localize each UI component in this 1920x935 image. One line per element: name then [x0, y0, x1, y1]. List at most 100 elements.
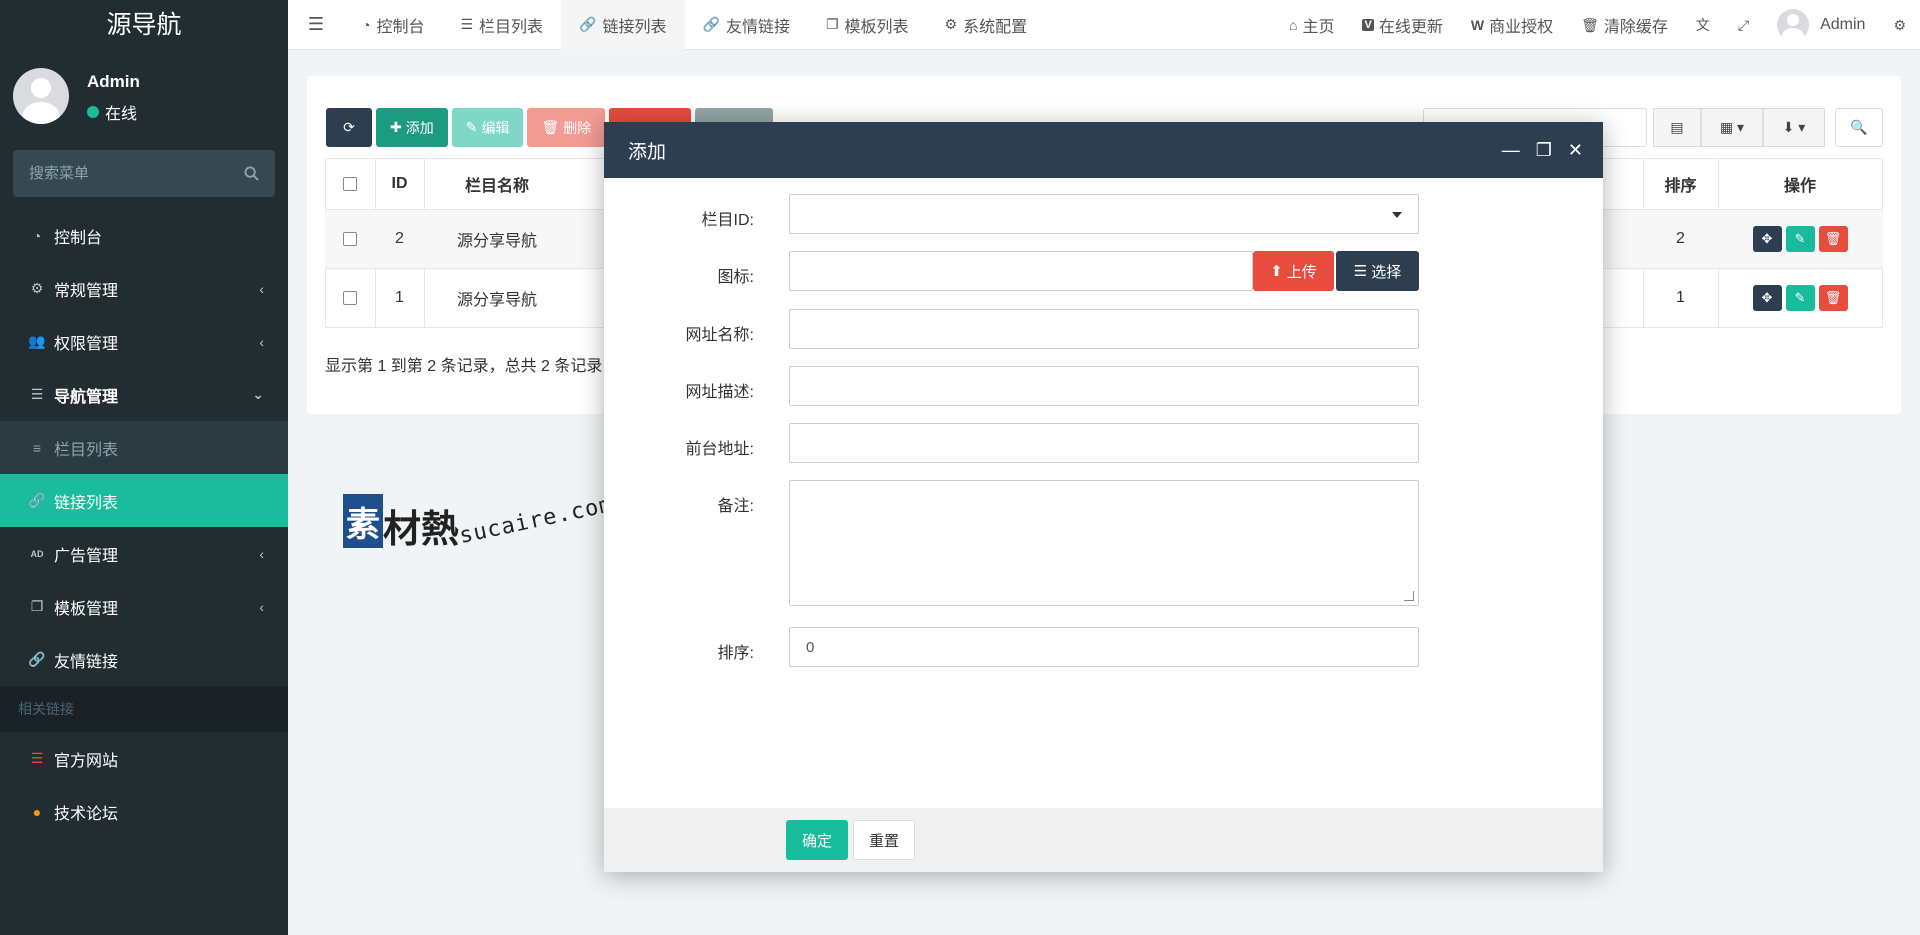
menu-search-input[interactable]	[29, 165, 244, 182]
close-icon[interactable]: ✕	[1568, 140, 1583, 161]
row-id: 2	[395, 230, 404, 247]
row-sort: 2	[1676, 230, 1685, 247]
sidebar-item-friend-links[interactable]: 🔗 友情链接	[0, 633, 288, 686]
toggle-view-button[interactable]: ▤	[1653, 108, 1701, 147]
site-desc-input[interactable]	[789, 366, 1419, 406]
home-link[interactable]: ⌂ 主页	[1275, 0, 1348, 50]
dashboard-icon: ◔	[362, 16, 371, 33]
category-id-select[interactable]	[789, 194, 1419, 234]
home-icon: ⌂	[1289, 17, 1298, 33]
drag-move-icon[interactable]: ✥	[1752, 226, 1782, 252]
site-name-input[interactable]	[789, 309, 1419, 349]
ad-icon: AD	[30, 548, 44, 559]
upload-button[interactable]: ⬆ 上传	[1253, 251, 1334, 291]
menu-search	[13, 150, 275, 197]
sidebar: 源导航 Admin 在线 ◔ 控制台 ⚙ 常规管理 ‹ 👥 权限管理 ‹ ☰ 导…	[0, 0, 288, 935]
sort-input[interactable]: 0	[789, 627, 1419, 667]
list-icon: ☰	[30, 386, 44, 402]
list-icon: ☰	[460, 16, 474, 32]
drag-move-icon[interactable]: ✥	[1752, 285, 1782, 311]
reset-button[interactable]: 重置	[853, 820, 915, 860]
dashboard-icon: ◔	[32, 227, 42, 244]
tab-link-list[interactable]: 🔗 链接列表	[561, 0, 685, 50]
export-button[interactable]: ⬇ ▾	[1763, 108, 1825, 147]
refresh-button[interactable]: ⟳	[326, 108, 372, 147]
license-link[interactable]: W 商业授权	[1457, 0, 1567, 50]
row-delete-button[interactable]: 🗑	[1818, 226, 1848, 252]
delete-button[interactable]: 🗑 删除	[527, 108, 606, 147]
row-name: 源分享导航	[456, 292, 537, 309]
trash-icon: 🗑	[1581, 16, 1599, 33]
site-desc-label: 网址描述:	[685, 384, 754, 401]
cogs-icon: ⚙	[30, 280, 44, 296]
user-name: Admin	[87, 72, 140, 91]
chevron-left-icon: ‹	[259, 280, 264, 297]
select-all-checkbox[interactable]	[325, 158, 375, 209]
sidebar-item-templates[interactable]: ❐ 模板管理 ‹	[0, 580, 288, 633]
sidebar-link-official-site[interactable]: ☰ 官方网站	[0, 732, 288, 785]
tab-template-list[interactable]: ❐ 模板列表	[808, 0, 927, 50]
row-checkbox[interactable]	[325, 269, 375, 327]
add-button[interactable]: ✚ 添加	[376, 108, 448, 147]
sidebar-item-category-list[interactable]: ≡ 栏目列表	[0, 421, 288, 474]
remark-textarea[interactable]	[789, 480, 1419, 606]
fullscreen-icon[interactable]: ⤢	[1724, 0, 1763, 50]
row-checkbox[interactable]	[325, 210, 375, 268]
site-name-label: 网址名称:	[685, 327, 754, 344]
sidebar-item-navigation[interactable]: ☰ 导航管理 ⌄	[0, 368, 288, 421]
columns-button[interactable]: ▦ ▾	[1701, 108, 1763, 147]
sidebar-item-dashboard[interactable]: ◔ 控制台	[0, 209, 288, 262]
avatar	[1777, 9, 1810, 41]
sidebar-item-permissions[interactable]: 👥 权限管理 ‹	[0, 315, 288, 368]
edit-button[interactable]: ✎ 编辑	[451, 108, 524, 147]
clone-icon: ❐	[30, 598, 44, 614]
users-icon: 👥	[28, 333, 46, 349]
online-dot-icon	[87, 106, 99, 118]
column-header-ops: 操作	[1783, 177, 1816, 195]
column-header-id[interactable]: ID	[375, 158, 424, 209]
column-header-name[interactable]: 栏目名称	[424, 158, 570, 209]
search-button[interactable]: 🔍	[1835, 108, 1883, 147]
sort-label: 排序:	[717, 645, 754, 662]
minimize-icon[interactable]: —	[1502, 140, 1520, 161]
confirm-button[interactable]: 确定	[786, 820, 848, 860]
sidebar-item-general[interactable]: ⚙ 常规管理 ‹	[0, 262, 288, 315]
columns-icon: ▦ ▾	[1719, 119, 1745, 135]
tab-friend-links[interactable]: 🔗 友情链接	[685, 0, 808, 50]
front-url-label: 前台地址:	[685, 441, 754, 458]
translate-icon[interactable]: 文	[1682, 0, 1724, 50]
sidebar-section-header: 相关链接	[0, 686, 288, 732]
icon-input[interactable]	[789, 251, 1253, 291]
settings-cogs-icon[interactable]: ⚙	[1879, 0, 1920, 50]
column-header-sort[interactable]: 排序	[1643, 158, 1718, 209]
row-edit-button[interactable]: ✎	[1785, 226, 1815, 252]
clone-icon: ❐	[825, 16, 839, 32]
online-update-link[interactable]: V 在线更新	[1348, 0, 1456, 50]
resize-handle-icon[interactable]	[1404, 591, 1414, 601]
sidebar-item-ads[interactable]: AD 广告管理 ‹	[0, 527, 288, 580]
navbar-right: ⌂ 主页 V 在线更新 W 商业授权 🗑 清除缓存 文 ⤢ Admin ⚙	[1275, 0, 1920, 50]
clear-cache-link[interactable]: 🗑 清除缓存	[1567, 0, 1682, 50]
row-name: 源分享导航	[456, 233, 537, 250]
chevron-down-icon: ⌄	[252, 386, 264, 402]
chevron-left-icon: ‹	[259, 333, 264, 350]
front-url-input[interactable]	[789, 423, 1419, 463]
tab-dashboard[interactable]: ◔ 控制台	[344, 0, 442, 50]
app-logo[interactable]: 源导航	[0, 0, 288, 50]
tab-system-config[interactable]: ⚙ 系统配置	[927, 0, 1046, 50]
row-sort: 1	[1676, 289, 1685, 306]
pencil-icon: ✎	[465, 119, 478, 135]
sidebar-menu: ◔ 控制台 ⚙ 常规管理 ‹ 👥 权限管理 ‹ ☰ 导航管理 ⌄ ≡ 栏目列表 …	[0, 209, 288, 838]
row-delete-button[interactable]: 🗑	[1818, 285, 1848, 311]
trash-icon: 🗑	[541, 119, 560, 135]
sidebar-link-forum[interactable]: ● 技术论坛	[0, 785, 288, 838]
choose-button[interactable]: ☰ 选择	[1336, 251, 1419, 291]
user-menu[interactable]: Admin	[1763, 0, 1879, 50]
row-edit-button[interactable]: ✎	[1785, 285, 1815, 311]
sidebar-toggle-icon[interactable]: ☰	[288, 14, 344, 35]
search-icon[interactable]	[244, 166, 259, 181]
maximize-icon[interactable]: ❐	[1536, 140, 1552, 161]
category-id-label: 栏目ID:	[701, 212, 754, 229]
tab-category-list[interactable]: ☰ 栏目列表	[442, 0, 561, 50]
sidebar-item-link-list[interactable]: 🔗 链接列表	[0, 474, 288, 527]
